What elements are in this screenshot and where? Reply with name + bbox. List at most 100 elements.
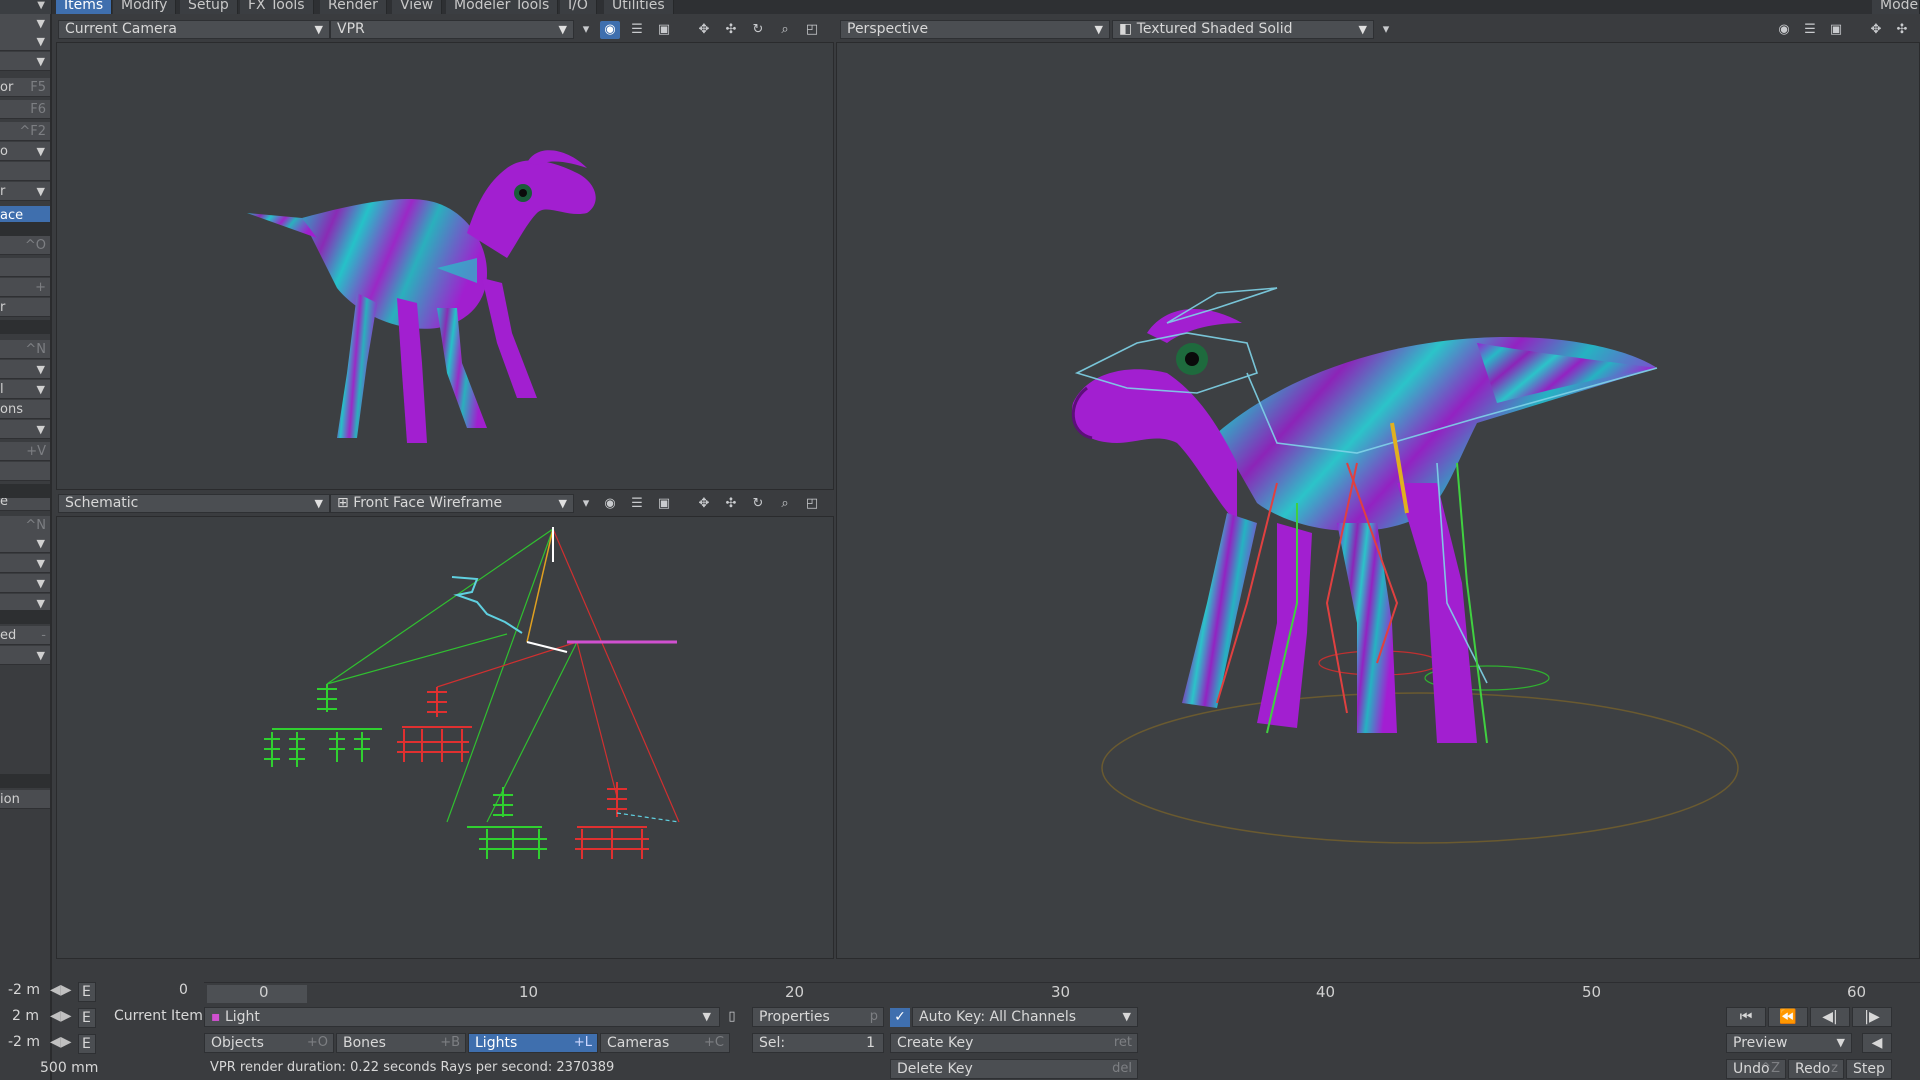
chevron-down-icon[interactable]: ▾	[576, 495, 596, 513]
playhead-range[interactable]	[207, 985, 307, 1003]
mode-menu[interactable]: Mode	[1872, 0, 1920, 14]
tab-render[interactable]: Render	[320, 0, 387, 14]
left-tool-button[interactable]: ▼	[0, 534, 50, 553]
left-tool-button[interactable]: ed -	[0, 626, 50, 645]
save-icon[interactable]: ▣	[1826, 21, 1846, 39]
pan-icon[interactable]: ✣	[721, 495, 741, 513]
left-tool-button[interactable]: ▼	[0, 646, 50, 665]
tab-modify[interactable]: Modify	[113, 0, 177, 14]
position-y-value[interactable]: 2 m	[12, 1008, 39, 1024]
keyframe-nav-icon[interactable]: ◀▶	[50, 1034, 72, 1050]
menu-dropdown[interactable]: ▼	[0, 0, 52, 14]
left-tool-button[interactable]: ion	[0, 790, 50, 809]
left-tool-button[interactable]: F6	[0, 100, 50, 119]
left-tool-button[interactable]: r	[0, 298, 50, 317]
tab-setup[interactable]: Setup	[180, 0, 238, 14]
tab-items[interactable]: Items	[56, 0, 113, 14]
left-tool-button[interactable]	[0, 462, 50, 481]
left-tool-button[interactable]: ▼	[0, 52, 50, 71]
keyframe-nav-icon[interactable]: ◀▶	[50, 1008, 72, 1024]
current-item-select[interactable]: ▪ Light ▼	[204, 1007, 720, 1027]
preview-select[interactable]: Preview ▼	[1726, 1033, 1852, 1053]
camera-icon[interactable]: ◉	[1774, 21, 1794, 39]
auto-key-select[interactable]: Auto Key: All Channels ▼	[912, 1007, 1138, 1027]
step-forward-button[interactable]: |▶	[1852, 1007, 1892, 1027]
filter-lights[interactable]: Lights +L	[468, 1033, 598, 1053]
left-tool-button[interactable]: ▼	[0, 574, 50, 593]
timeline-ruler[interactable]: 0 10 20 30 40 50 60	[204, 982, 1920, 1004]
viewport-perspective[interactable]	[836, 42, 1920, 959]
view-select[interactable]: Schematic ▼	[58, 494, 330, 513]
play-reverse-button[interactable]: ◀	[1862, 1033, 1892, 1053]
left-tool-button[interactable]: +	[0, 278, 50, 297]
position-x-value[interactable]: -2 m	[8, 982, 40, 998]
position-z-value[interactable]: -2 m	[8, 1034, 40, 1050]
tab-io[interactable]: I/O	[560, 0, 597, 14]
grid-size-value[interactable]: 500 mm	[40, 1060, 98, 1076]
pan-icon[interactable]: ✣	[721, 21, 741, 39]
save-icon[interactable]: ▣	[654, 495, 674, 513]
tab-utilities[interactable]: Utilities	[604, 0, 674, 14]
properties-button[interactable]: Properties p	[752, 1007, 884, 1027]
current-frame-field[interactable]: 0	[179, 982, 188, 998]
zoom-icon[interactable]: ⌕	[775, 495, 795, 513]
maximize-icon[interactable]: ◰	[802, 21, 822, 39]
move-icon[interactable]: ✥	[694, 495, 714, 513]
step-button[interactable]: Step	[1846, 1059, 1892, 1079]
chevron-down-icon[interactable]: ▾	[1376, 21, 1396, 39]
step-back-button[interactable]: ◀|	[1810, 1007, 1850, 1027]
left-tool-button[interactable]: or F5	[0, 78, 50, 97]
delete-key-button[interactable]: Delete Key del	[890, 1059, 1138, 1079]
list-icon[interactable]: ☰	[627, 21, 647, 39]
move-icon[interactable]: ✥	[694, 21, 714, 39]
camera-select[interactable]: Current Camera ▼	[58, 20, 330, 39]
rotate-icon[interactable]: ↻	[748, 495, 768, 513]
rotate-icon[interactable]: ↻	[748, 21, 768, 39]
camera-icon[interactable]: ◉	[600, 495, 620, 513]
left-tool-button[interactable]: +V	[0, 442, 50, 461]
left-tool-button[interactable]	[0, 162, 50, 181]
go-to-start-button[interactable]: ⏮	[1726, 1007, 1766, 1027]
left-tool-button[interactable]: o ▼	[0, 142, 50, 161]
auto-key-checkbox[interactable]: ✓	[890, 1008, 910, 1027]
envelope-button[interactable]: E	[78, 982, 96, 1002]
move-icon[interactable]: ✥	[1866, 21, 1886, 39]
shading-mode-select[interactable]: ◧ Textured Shaded Solid ▼	[1112, 20, 1374, 39]
left-tool-button[interactable]: ▼	[0, 14, 50, 33]
viewport-schematic[interactable]	[56, 516, 834, 959]
redo-button[interactable]: Redo z	[1788, 1059, 1844, 1079]
left-tool-button[interactable]: ▼	[0, 420, 50, 439]
camera-icon[interactable]: ◉	[600, 21, 620, 39]
left-tool-button[interactable]: l ▼	[0, 380, 50, 399]
left-tool-button[interactable]: ▼	[0, 32, 50, 51]
keyframe-nav-icon[interactable]: ◀▶	[50, 982, 72, 998]
render-mode-select[interactable]: VPR ▼	[330, 20, 574, 39]
envelope-button[interactable]: E	[78, 1034, 96, 1054]
shading-select[interactable]: ⊞ Front Face Wireframe ▼	[330, 494, 574, 513]
viewport-vpr[interactable]	[56, 42, 834, 490]
filter-objects[interactable]: Objects +O	[204, 1033, 334, 1053]
left-tool-button[interactable]: ▼	[0, 554, 50, 573]
left-tool-button[interactable]: ^N	[0, 516, 50, 535]
chevron-down-icon[interactable]: ▾	[576, 21, 596, 39]
left-tool-button[interactable]: ^N	[0, 340, 50, 359]
perspective-select[interactable]: Perspective ▼	[840, 20, 1110, 39]
left-tool-button[interactable]: r ▼	[0, 182, 50, 201]
left-tool-button[interactable]: ▼	[0, 360, 50, 379]
list-icon[interactable]: ☰	[1800, 21, 1820, 39]
create-key-button[interactable]: Create Key ret	[890, 1033, 1138, 1053]
maximize-icon[interactable]: ◰	[802, 495, 822, 513]
tab-view[interactable]: View	[392, 0, 443, 14]
save-icon[interactable]: ▣	[654, 21, 674, 39]
left-tool-button[interactable]	[0, 258, 50, 277]
zoom-icon[interactable]: ⌕	[775, 21, 795, 39]
previous-key-button[interactable]: ⏪	[1768, 1007, 1808, 1027]
tab-fx-tools[interactable]: FX Tools	[240, 0, 314, 14]
list-icon[interactable]: ☰	[627, 495, 647, 513]
filter-cameras[interactable]: Cameras +C	[600, 1033, 730, 1053]
undo-button[interactable]: Undo ^Z	[1726, 1059, 1786, 1079]
panel-toggle-icon[interactable]: ▯	[722, 1008, 742, 1026]
pan-icon[interactable]: ✣	[1892, 21, 1912, 39]
filter-bones[interactable]: Bones +B	[336, 1033, 466, 1053]
tab-modeler-tools[interactable]: Modeler Tools	[446, 0, 559, 14]
